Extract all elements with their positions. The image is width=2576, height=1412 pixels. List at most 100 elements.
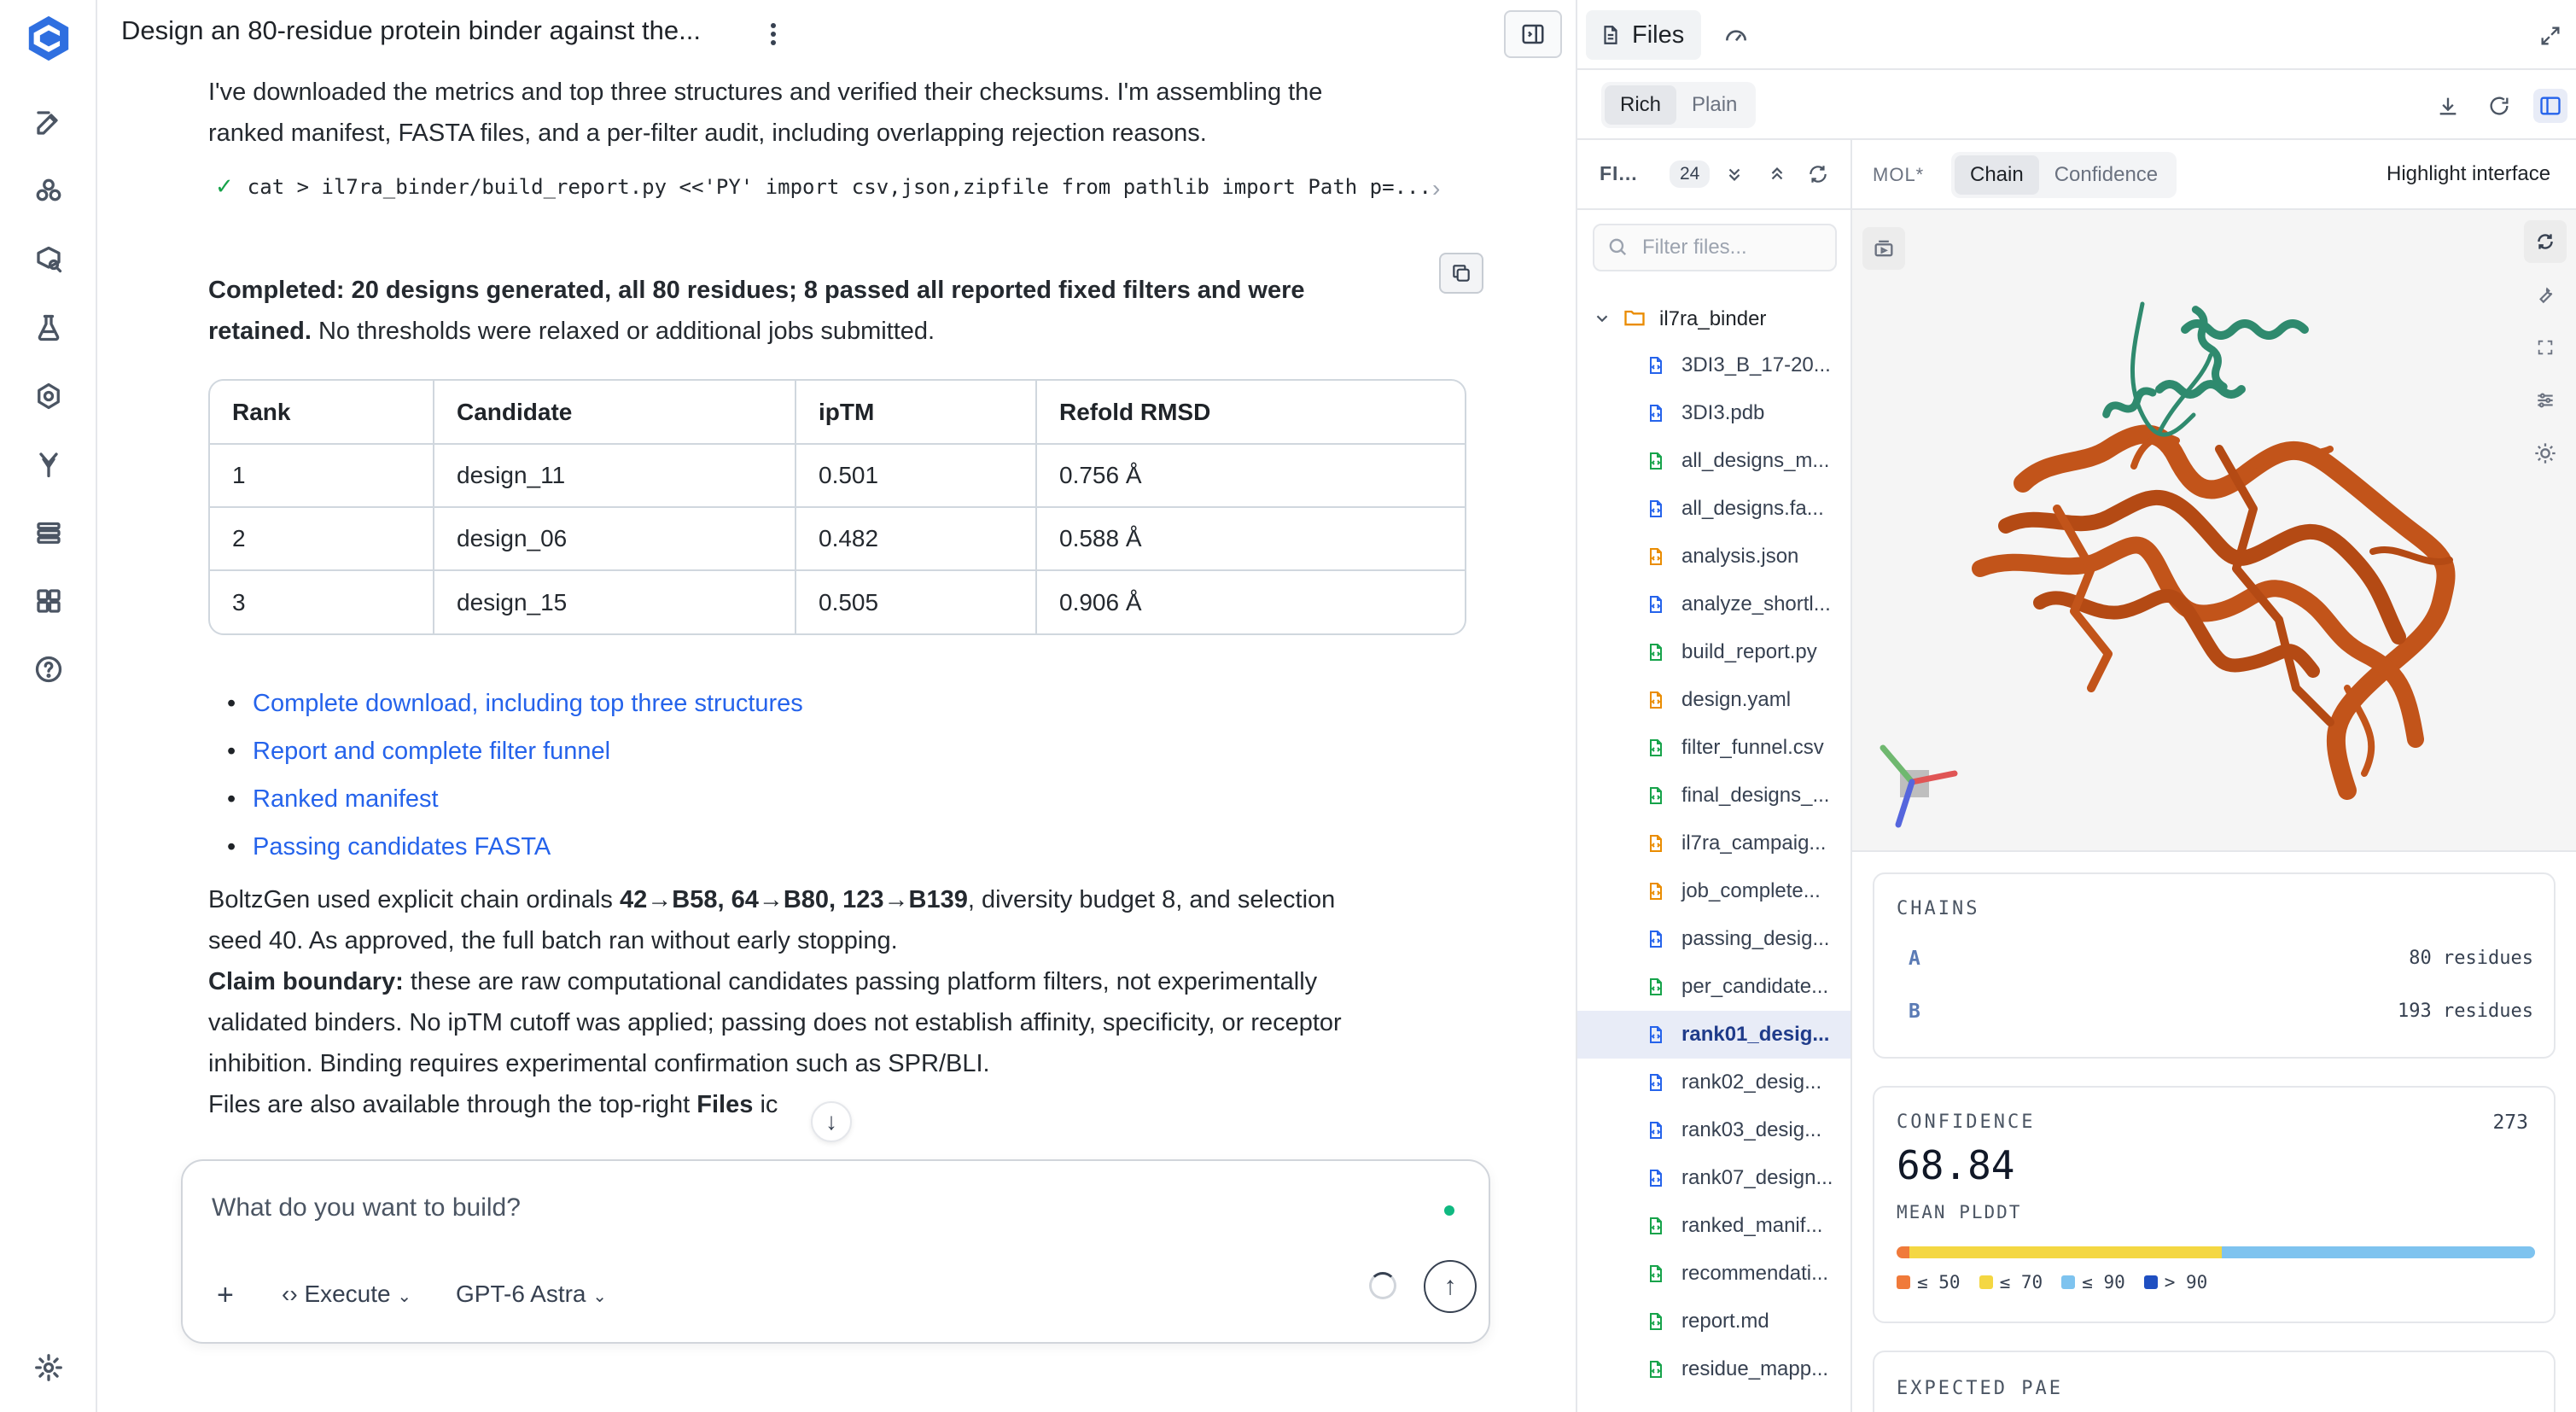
chat-panel: Design an 80-residue protein binder agai… xyxy=(99,0,1576,1412)
lighting-icon[interactable] xyxy=(2524,432,2567,475)
refresh-icon[interactable] xyxy=(2482,89,2516,123)
file-item[interactable]: report.md xyxy=(1577,1298,1850,1345)
command-line[interactable]: ✓ cat > il7ra_binder/build_report.py <<'… xyxy=(215,173,1431,200)
check-icon: ✓ xyxy=(215,173,234,199)
file-item[interactable]: analyze_shortl... xyxy=(1577,581,1850,628)
chat-title: Design an 80-residue protein binder agai… xyxy=(121,15,701,45)
branch-icon[interactable] xyxy=(23,439,74,490)
mode-select[interactable]: ‹› Execute ⌄ xyxy=(282,1281,411,1308)
chevron-right-icon[interactable]: › xyxy=(1432,175,1440,202)
color-mode-confidence[interactable]: Confidence xyxy=(2039,155,2173,195)
reset-view-icon[interactable] xyxy=(2524,220,2567,263)
filter-files-input[interactable] xyxy=(1593,224,1837,271)
file-item[interactable]: ranked_manif... xyxy=(1577,1202,1850,1250)
send-button[interactable]: ↑ xyxy=(1424,1260,1477,1313)
gauge-icon[interactable] xyxy=(1717,17,1755,55)
expand-all-icon[interactable] xyxy=(1719,159,1750,190)
copy-button[interactable] xyxy=(1439,253,1483,294)
molecule-viewer[interactable] xyxy=(1852,210,2576,852)
link-report[interactable]: Report and complete filter funnel xyxy=(227,727,803,775)
table-row: 3 design_15 0.505 0.906 Å xyxy=(210,570,1465,633)
sliders-icon[interactable] xyxy=(2524,379,2567,422)
file-item[interactable]: recommendati... xyxy=(1577,1250,1850,1298)
file-name: all_designs.fa... xyxy=(1681,497,1824,520)
more-options-icon[interactable] xyxy=(756,17,790,51)
file-item[interactable]: rank02_desig... xyxy=(1577,1059,1850,1106)
plddt-segment xyxy=(1909,1246,2223,1258)
fullscreen-icon[interactable] xyxy=(2524,326,2567,369)
database-icon[interactable] xyxy=(23,507,74,558)
molecules-icon[interactable] xyxy=(23,166,74,217)
scroll-to-bottom-button[interactable]: ↓ xyxy=(811,1101,852,1142)
file-item[interactable]: rank01_desig... xyxy=(1577,1011,1850,1059)
file-icon xyxy=(1650,1074,1662,1091)
link-ranked-manifest[interactable]: Ranked manifest xyxy=(227,775,803,823)
file-name: rank02_desig... xyxy=(1681,1071,1822,1094)
link-passing-fasta[interactable]: Passing candidates FASTA xyxy=(227,823,803,871)
link-complete-download[interactable]: Complete download, including top three s… xyxy=(227,680,803,727)
view-mode-plain[interactable]: Plain xyxy=(1676,85,1752,125)
structure-search-icon[interactable] xyxy=(23,234,74,285)
legend-label: ≤ 70 xyxy=(1999,1272,2043,1292)
prompt-input[interactable] xyxy=(212,1188,1390,1228)
table-header-row: Rank Candidate ipTM Refold RMSD xyxy=(210,381,1465,445)
table-row: 2 design_06 0.482 0.588 Å xyxy=(210,507,1465,571)
file-name: all_designs_m... xyxy=(1681,449,1830,472)
pae-title: EXPECTED PAE xyxy=(1897,1378,2063,1399)
file-item[interactable]: il7ra_campaig... xyxy=(1577,820,1850,867)
sidebar-layout-icon[interactable] xyxy=(2533,89,2567,123)
file-icon xyxy=(1650,1265,1662,1282)
wrench-icon[interactable] xyxy=(2524,273,2567,316)
file-item[interactable]: residue_mapp... xyxy=(1577,1345,1850,1393)
chain-id: B xyxy=(1909,1001,1920,1023)
chain-row[interactable]: A 80 residues xyxy=(1874,948,2557,982)
tab-files[interactable]: Files xyxy=(1586,10,1702,60)
flask-icon[interactable] xyxy=(23,302,74,353)
file-item[interactable]: design.yaml xyxy=(1577,676,1850,724)
app-logo-icon[interactable] xyxy=(19,9,79,68)
grid-icon[interactable] xyxy=(23,575,74,627)
status-indicator xyxy=(1444,1205,1454,1216)
help-icon[interactable] xyxy=(23,644,74,695)
folder-il7ra-binder[interactable]: il7ra_binder xyxy=(1577,294,1850,341)
expand-icon[interactable] xyxy=(2533,19,2567,53)
file-name: analysis.json xyxy=(1681,545,1799,568)
file-item[interactable]: rank03_desig... xyxy=(1577,1106,1850,1154)
table-header: Rank xyxy=(210,381,434,445)
file-item[interactable]: final_designs_... xyxy=(1577,772,1850,820)
file-item[interactable]: 3DI3_B_17-20... xyxy=(1577,341,1850,389)
file-item[interactable]: build_report.py xyxy=(1577,628,1850,676)
file-name: ranked_manif... xyxy=(1681,1214,1823,1237)
model-select[interactable]: GPT-6 Astra ⌄ xyxy=(456,1281,607,1308)
hexagon-settings-icon[interactable] xyxy=(23,371,74,422)
legend-item: ≤ 90 xyxy=(2061,1272,2125,1292)
new-chat-icon[interactable] xyxy=(23,97,74,149)
file-icon xyxy=(1650,1170,1662,1187)
sync-icon[interactable] xyxy=(1803,159,1833,190)
file-item[interactable]: all_designs.fa... xyxy=(1577,485,1850,533)
view-mode-rich[interactable]: Rich xyxy=(1605,85,1677,125)
download-icon[interactable] xyxy=(2431,89,2465,123)
collapse-all-icon[interactable] xyxy=(1762,159,1792,190)
chain-row[interactable]: B 193 residues xyxy=(1874,1001,2557,1035)
file-item[interactable]: all_designs_m... xyxy=(1577,437,1850,485)
add-attachment-button[interactable]: + xyxy=(217,1279,234,1312)
file-item[interactable]: rank07_design... xyxy=(1577,1154,1850,1202)
toggle-side-panel-button[interactable] xyxy=(1504,10,1562,58)
loading-spinner-icon xyxy=(1369,1272,1396,1299)
file-item[interactable]: 3DI3.pdb xyxy=(1577,389,1850,437)
settings-gear-icon[interactable] xyxy=(23,1342,74,1393)
file-item[interactable]: job_complete... xyxy=(1577,867,1850,915)
highlight-interface-button[interactable]: Highlight interface xyxy=(2387,162,2550,186)
color-mode-toggle: Chain Confidence xyxy=(1951,152,2177,198)
legend-label: ≤ 90 xyxy=(2082,1272,2125,1292)
file-item[interactable]: analysis.json xyxy=(1577,533,1850,581)
plddt-legend: ≤ 50 ≤ 70 ≤ 90 > 90 xyxy=(1897,1272,2207,1292)
file-item[interactable]: passing_desig... xyxy=(1577,915,1850,963)
table-cell: design_11 xyxy=(434,444,796,508)
file-name: per_candidate... xyxy=(1681,975,1829,998)
file-item[interactable]: per_candidate... xyxy=(1577,963,1850,1011)
color-mode-chain[interactable]: Chain xyxy=(1955,155,2039,195)
file-name: residue_mapp... xyxy=(1681,1357,1829,1380)
file-item[interactable]: filter_funnel.csv xyxy=(1577,724,1850,772)
